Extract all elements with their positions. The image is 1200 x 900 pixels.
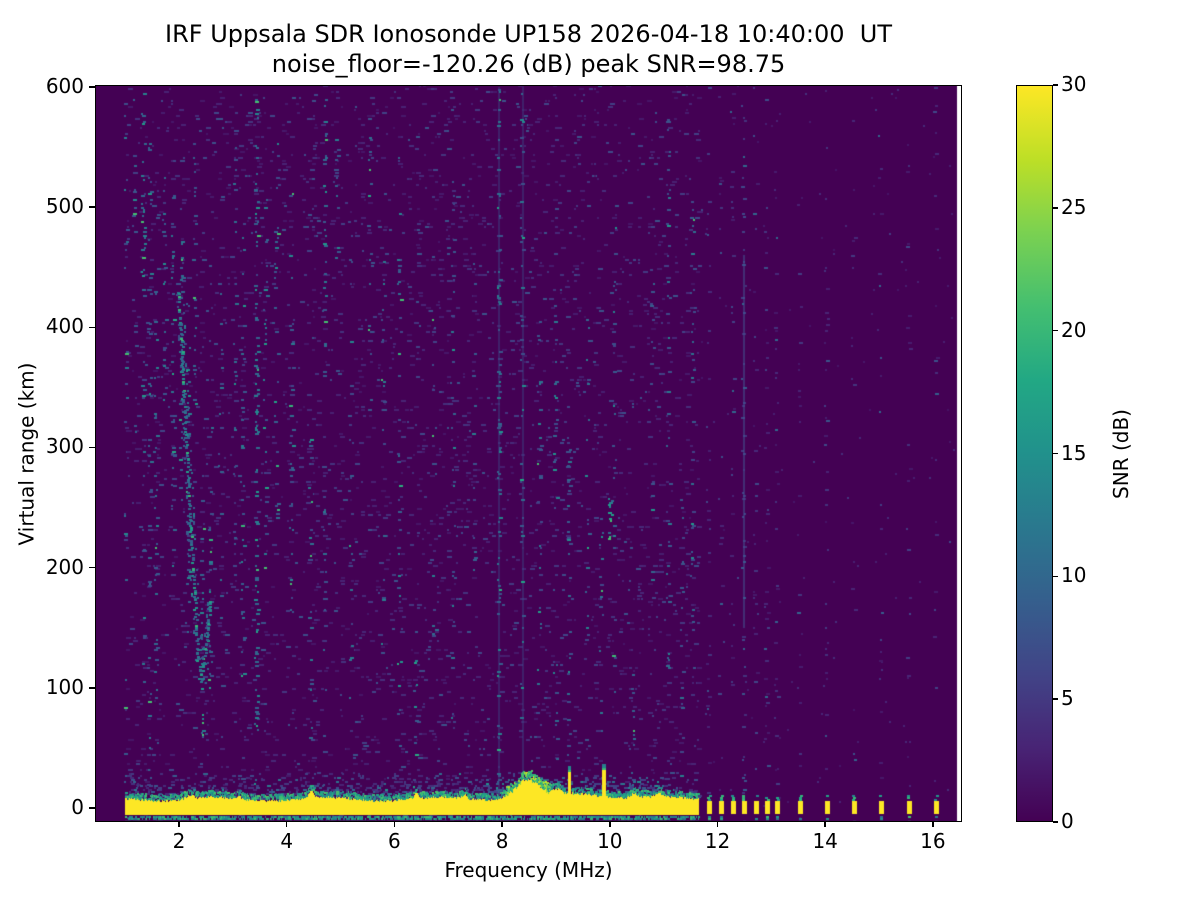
- x-tick: [824, 822, 826, 827]
- x-tick: [716, 822, 719, 827]
- x-tick-label: 6: [388, 829, 401, 853]
- y-tick: [89, 446, 95, 449]
- x-tick-label: 14: [812, 829, 838, 853]
- y-tick: [89, 687, 95, 689]
- x-tick-label: 16: [920, 829, 946, 853]
- chart-title: IRF Uppsala SDR Ionosonde UP158 2026-04-…: [165, 20, 892, 48]
- x-tick: [285, 822, 288, 827]
- heatmap-canvas: [95, 85, 962, 822]
- y-tick: [89, 807, 95, 809]
- y-tick: [89, 206, 95, 208]
- x-tick: [178, 822, 180, 827]
- x-tick-label: 8: [495, 829, 509, 853]
- y-axis-label: Virtual range (km): [14, 362, 39, 545]
- y-tick: [89, 566, 95, 569]
- y-tick: [89, 86, 95, 88]
- x-tick: [609, 822, 611, 827]
- x-tick: [393, 822, 396, 827]
- colorbar-tick: [1053, 821, 1058, 823]
- x-tick-label: 2: [172, 829, 186, 853]
- colorbar-label: SNR (dB): [1109, 408, 1133, 499]
- colorbar-tick: [1053, 84, 1058, 86]
- x-tick: [501, 822, 503, 827]
- colorbar-tick: [1053, 698, 1058, 700]
- x-tick-label: 4: [280, 829, 294, 853]
- colorbar: [1016, 85, 1053, 822]
- x-axis-label: Frequency (MHz): [444, 858, 613, 882]
- y-tick: [89, 326, 95, 329]
- chart-subtitle: noise_floor=-120.26 (dB) peak SNR=98.75: [271, 50, 786, 78]
- colorbar-tick: [1053, 575, 1058, 578]
- colorbar-tick: [1053, 329, 1058, 332]
- colorbar-tick: [1053, 207, 1058, 209]
- colorbar-tick: [1053, 452, 1058, 455]
- ionogram-figure: IRF Uppsala SDR Ionosonde UP158 2026-04-…: [0, 0, 1200, 900]
- x-tick: [932, 822, 934, 827]
- x-tick-label: 12: [704, 829, 731, 853]
- x-tick-label: 10: [597, 829, 623, 853]
